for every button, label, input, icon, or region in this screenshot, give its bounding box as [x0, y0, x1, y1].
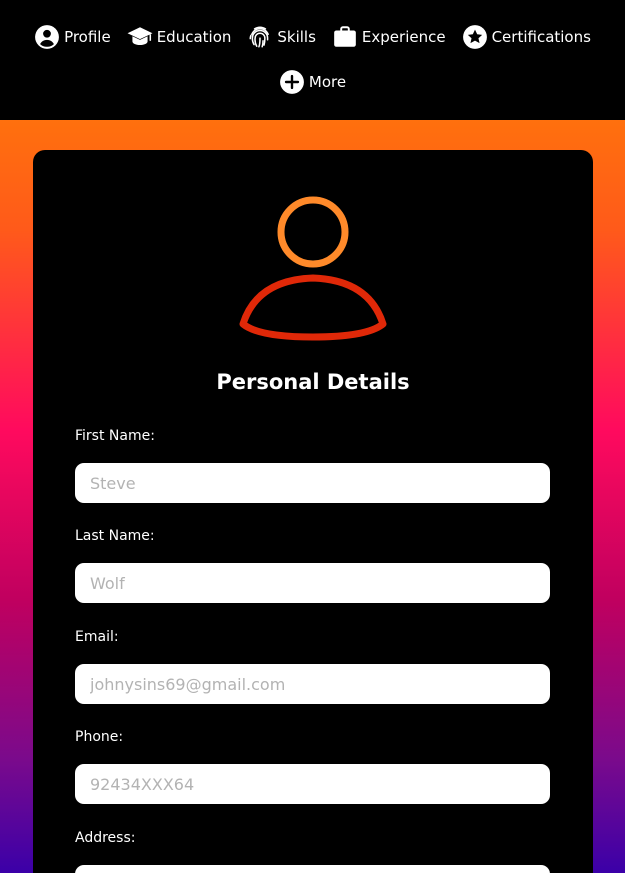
nav-row-secondary: More — [0, 69, 625, 95]
nav-item-label: More — [308, 73, 347, 91]
first-name-label: First Name: — [75, 428, 155, 444]
nav-item-label: Skills — [277, 28, 316, 46]
email-label: Email: — [75, 629, 119, 645]
phone-label: Phone: — [75, 729, 124, 745]
nav-item-profile[interactable]: Profile — [34, 24, 111, 50]
last-name-label: Last Name: — [75, 528, 155, 544]
user-outline-icon — [239, 196, 387, 341]
phone-input[interactable] — [75, 764, 550, 804]
first-name-input[interactable] — [75, 463, 550, 503]
page-title: Personal Details — [216, 370, 410, 394]
nav-item-label: Experience — [361, 28, 446, 46]
fingerprint-icon — [249, 26, 270, 48]
top-navigation: Profile Education Skills Experience Cert… — [0, 0, 625, 120]
nav-item-skills[interactable]: Skills — [247, 24, 316, 50]
nav-item-label: Profile — [64, 28, 111, 46]
nav-item-label: Education — [156, 28, 232, 46]
graduation-cap-icon — [127, 27, 153, 46]
address-input[interactable] — [75, 865, 550, 873]
address-label: Address: — [75, 830, 136, 846]
last-name-input[interactable] — [75, 563, 550, 603]
email-input[interactable] — [75, 664, 550, 704]
nav-item-label: Certifications — [491, 28, 591, 46]
star-circle-icon — [462, 25, 487, 49]
nav-item-certifications[interactable]: Certifications — [462, 24, 591, 50]
briefcase-icon — [334, 26, 356, 47]
nav-row-primary: Profile Education Skills Experience Cert… — [0, 24, 625, 50]
avatar — [237, 196, 389, 354]
user-circle-icon — [35, 25, 59, 49]
personal-details-card: Personal Details First Name: Last Name: … — [33, 150, 593, 873]
nav-item-more[interactable]: More — [279, 69, 346, 95]
plus-circle-icon — [279, 70, 304, 94]
nav-item-experience[interactable]: Experience — [332, 24, 446, 50]
nav-item-education[interactable]: Education — [127, 24, 232, 50]
